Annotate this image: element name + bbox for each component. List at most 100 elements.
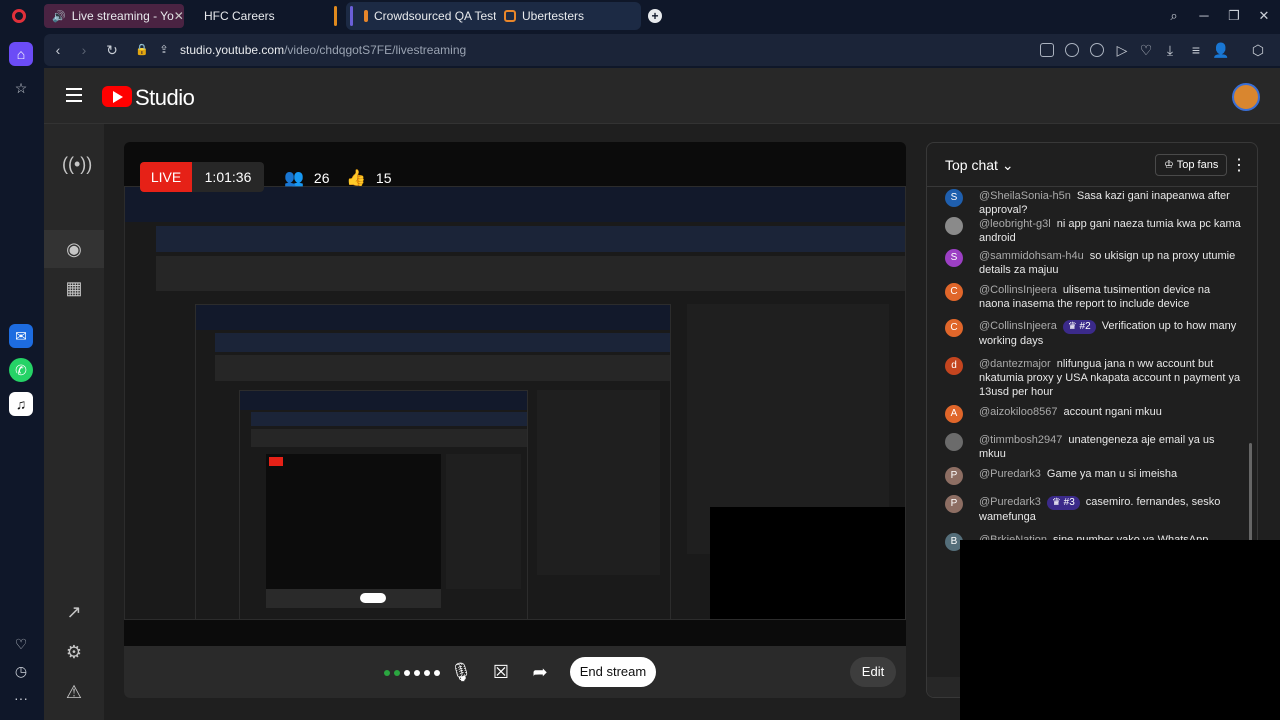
chat-author[interactable]: @CollinsInjeera <box>979 284 1057 296</box>
chat-mode-dropdown[interactable]: Top chat ⌄ <box>945 157 1014 174</box>
avatar[interactable]: P <box>945 467 963 485</box>
open-external-icon[interactable]: ↗ <box>62 600 86 624</box>
close-tab-icon[interactable]: ✕ <box>174 9 184 23</box>
more-options-icon[interactable]: ⋮ <box>1231 155 1247 175</box>
restore-icon[interactable]: ❐ <box>1226 8 1242 24</box>
tab-live-streaming[interactable]: 🔊 Live streaming - Yo ✕ <box>44 4 184 28</box>
menu-icon[interactable]: ≡ <box>1188 42 1204 58</box>
avatar[interactable] <box>945 433 963 451</box>
microphone-icon[interactable]: 🎙 <box>449 660 473 684</box>
lock-icon[interactable]: 🔒 <box>134 42 150 58</box>
chat-author[interactable]: @CollinsInjeera <box>979 320 1057 332</box>
back-icon[interactable]: ‹ <box>50 42 66 58</box>
thumbs-up-icon: 👍 <box>346 170 366 187</box>
tab-ubertesters[interactable]: Ubertesters <box>496 4 636 28</box>
chat-message[interactable]: S @sammidohsam-h4u so ukisign up na proxy … <box>945 249 1241 277</box>
chat-message[interactable]: S @SheilaSonia-h5n Sasa kazi gani inapeanw… <box>945 189 1241 217</box>
adblock-icon[interactable] <box>1090 43 1104 57</box>
chat-author[interactable]: @leobright-g3l <box>979 218 1051 230</box>
viewers-icon: 👥 <box>284 170 304 187</box>
chat-author[interactable]: @aizokiloo8567 <box>979 406 1057 418</box>
camera-off-icon[interactable]: ☒ <box>489 660 513 684</box>
minimize-icon[interactable]: ─ <box>1196 8 1212 24</box>
forward-icon[interactable]: › <box>76 42 92 58</box>
history-icon[interactable]: ◷ <box>9 659 33 683</box>
download-icon[interactable]: ⤓ <box>1162 42 1178 58</box>
search-tabs-icon[interactable]: ⌕ <box>1166 8 1182 24</box>
avatar[interactable]: S <box>945 249 963 267</box>
chat-message-body: @CollinsInjeera ♛ #2 Verification up to ho… <box>979 319 1241 348</box>
chat-mode-label: Top chat <box>945 157 998 173</box>
chat-author[interactable]: @timmbosh2947 <box>979 434 1062 446</box>
snapshot-icon[interactable] <box>1065 43 1079 57</box>
heart-icon[interactable]: ♡ <box>1138 42 1154 58</box>
chat-message[interactable]: @leobright-g3l ni app gani naeza tumia kw… <box>945 217 1241 245</box>
chat-message[interactable]: A @aizokiloo8567 account ngani mkuu <box>945 405 1241 423</box>
star-icon[interactable]: ☆ <box>9 76 33 100</box>
like-count: 👍 15 <box>346 168 392 188</box>
avatar[interactable]: C <box>945 283 963 301</box>
chat-message[interactable]: d @dantezmajor nlifungua jana n ww account… <box>945 357 1241 399</box>
opera-logo-icon[interactable] <box>12 9 26 23</box>
calendar-icon[interactable]: ▦ <box>62 276 86 300</box>
tab-label: HFC Careers <box>204 9 275 23</box>
camera-icon[interactable]: ◉ <box>62 237 86 261</box>
avatar[interactable]: C <box>945 319 963 337</box>
share-icon[interactable]: ➦ <box>528 660 552 684</box>
live-broadcast-icon[interactable]: ((•)) <box>62 152 92 176</box>
avatar[interactable]: S <box>945 189 963 207</box>
avatar[interactable]: A <box>945 405 963 423</box>
tab-hfc-careers[interactable]: HFC Careers <box>190 4 330 28</box>
chat-message-body: @Puredark3 Game ya man u si imeisha <box>979 467 1241 481</box>
tab-island-marker <box>350 6 353 26</box>
chat-message[interactable]: C @CollinsInjeera ulisema tusimention devi… <box>945 283 1241 311</box>
avatar[interactable] <box>945 217 963 235</box>
chat-author[interactable]: @Puredark3 <box>979 496 1041 508</box>
top-fans-label: Top fans <box>1176 159 1219 171</box>
browser-sidebar: ⌂ ☆ ✉ ✆ ♫ ♡ ◷ ··· <box>0 32 42 720</box>
whatsapp-icon[interactable]: ✆ <box>9 358 33 382</box>
top-fans-button[interactable]: ♔ Top fans <box>1155 154 1228 176</box>
feedback-icon[interactable]: ⚠ <box>62 680 86 704</box>
url-field[interactable]: studio.youtube.com/video/chdqgotS7FE/liv… <box>180 43 466 57</box>
avatar[interactable]: d <box>945 357 963 375</box>
share-icon[interactable]: ⇪ <box>156 42 172 58</box>
new-tab-icon[interactable]: + <box>648 9 662 23</box>
viewer-count-value: 26 <box>313 170 330 186</box>
chat-message[interactable]: C @CollinsInjeera ♛ #2 Verification up to h… <box>945 319 1241 348</box>
tab-island-marker <box>334 6 337 26</box>
music-icon[interactable]: ♫ <box>9 392 33 416</box>
chevron-down-icon: ⌄ <box>1001 157 1014 173</box>
elapsed-time: 1:01:36 <box>192 162 264 192</box>
browser-tabbar: 🔊 Live streaming - Yo ✕ HFC Careers Crow… <box>0 0 1280 32</box>
close-window-icon[interactable]: ✕ <box>1256 8 1272 24</box>
stream-preview: LIVE 1:01:36 👥 26 👍 15 <box>124 142 906 698</box>
edit-button[interactable]: Edit <box>850 657 896 687</box>
audio-level-dot <box>414 670 420 676</box>
heart-icon[interactable]: ♡ <box>9 632 33 656</box>
end-stream-button[interactable]: End stream <box>570 657 656 687</box>
messenger-icon[interactable]: ✉ <box>9 324 33 348</box>
chat-author[interactable]: @Puredark3 <box>979 468 1041 480</box>
chat-author[interactable]: @sammidohsam-h4u <box>979 250 1084 262</box>
extensions-icon[interactable]: ⬡ <box>1250 42 1266 58</box>
edit-page-icon[interactable] <box>1040 43 1054 57</box>
chat-author[interactable]: @dantezmajor <box>979 358 1051 370</box>
gear-icon[interactable]: ⚙ <box>62 640 86 664</box>
avatar[interactable]: P <box>945 495 963 513</box>
chat-message[interactable]: @timmbosh2947 unatengeneza aje email ya u… <box>945 433 1241 461</box>
home-icon[interactable]: ⌂ <box>9 42 33 66</box>
avatar[interactable] <box>1232 83 1260 111</box>
chat-author[interactable]: @SheilaSonia-h5n <box>979 190 1071 202</box>
reload-icon[interactable]: ↻ <box>104 42 120 58</box>
more-icon[interactable]: ··· <box>9 686 33 710</box>
chat-message[interactable]: P @Puredark3 ♛ #3 casemiro. fernandes, sesk… <box>945 495 1241 524</box>
tab-crowdsourced[interactable]: Crowdsourced QA Testing <box>356 4 496 28</box>
hamburger-menu-icon[interactable] <box>66 88 82 102</box>
chat-message[interactable]: P @Puredark3 Game ya man u si imeisha <box>945 467 1241 485</box>
profile-icon[interactable]: 👤 <box>1212 42 1229 58</box>
audio-level-dot <box>384 670 390 676</box>
youtube-logo-icon[interactable] <box>102 86 132 107</box>
player-icon[interactable]: ▷ <box>1114 42 1130 58</box>
speaker-icon: 🔊 <box>52 10 66 23</box>
